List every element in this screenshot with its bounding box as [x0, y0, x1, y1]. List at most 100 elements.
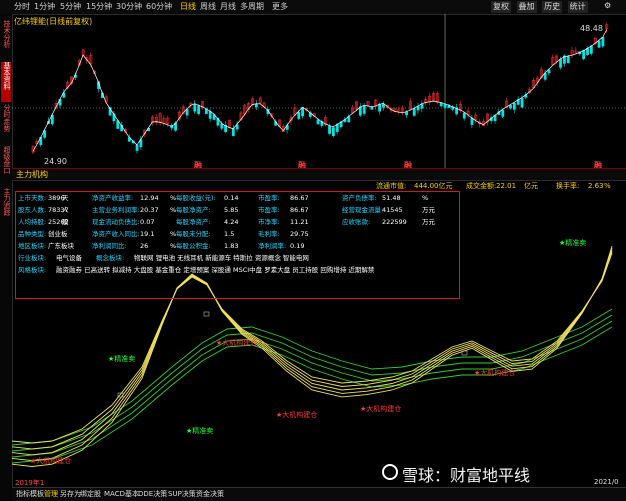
kline-panel[interactable]: 亿纬锂能(日线前复权) 48.48 24.90 融 融 融 融 [12, 14, 626, 170]
right-toolbar: 复权 叠加 历史 统计 [488, 1, 588, 13]
btab-capital[interactable]: 资金决策 [196, 489, 224, 500]
sidetab-tech-analysis[interactable]: 技术分析 [1, 20, 11, 60]
candle-body [220, 123, 224, 129]
fin-value: 222599 [382, 218, 407, 226]
green-band-line [12, 326, 613, 464]
fin-unit: % [422, 194, 429, 202]
settings-icon[interactable]: ⚙ [604, 1, 611, 10]
fin-row: 人均持股: 25262 股现金流动负债比: 0.07 每股净资产: 4.24 市净率: 11.… [16, 216, 456, 228]
signal-annotation: ★精准卖 [108, 355, 136, 363]
industry-label: 行业板块: [18, 254, 47, 262]
fin-label: 市盈率: [258, 206, 280, 214]
concept-values: 物联网 锂电池 无线耳机 新能源车 特斯拉 资源概念 智能电网 [134, 254, 309, 262]
xueqiu-logo-icon [382, 464, 398, 480]
btab-save-as[interactable]: 另存为 [60, 489, 81, 500]
date-end-label: 2021/0 [594, 478, 619, 486]
candle-body [601, 36, 605, 47]
sidetab-order-book[interactable]: 超级盘口 [1, 146, 11, 186]
candle-body [589, 45, 593, 54]
candle-body [197, 105, 201, 114]
fin-unit: 万元 [422, 206, 435, 214]
history-button[interactable]: 历史 [542, 1, 563, 13]
fin-value: 0.19 [290, 242, 305, 250]
btab-macd[interactable]: MACD基本 [104, 489, 139, 500]
fin-row: 上市天数: 3896 天净资产收益率: 12.94% 每股收益(元): 0.14 市盈率: 8… [16, 192, 456, 204]
tab-1min[interactable]: 1分钟 [34, 1, 55, 13]
fin-value: 1.5 [224, 230, 235, 238]
candle-body [231, 128, 235, 136]
moving-average-line [32, 29, 607, 152]
fin-label: 净利润率: [258, 242, 287, 250]
sidetab-intraday[interactable]: 分时走势 [1, 104, 11, 144]
candle-body [566, 56, 570, 64]
candle-body [331, 127, 335, 136]
fin-label: 人均持股: [18, 218, 47, 226]
sidetab-basic-info[interactable]: 基本资料 [1, 62, 11, 102]
fin-value: 11.21 [290, 218, 309, 226]
candle-body [512, 102, 516, 110]
candle-body [416, 106, 420, 111]
candle-body [378, 103, 382, 112]
tab-60min[interactable]: 60分钟 [146, 1, 172, 13]
overlay-button[interactable]: 叠加 [516, 1, 537, 13]
fin-value: 86.67 [290, 206, 309, 214]
candle-body [193, 103, 197, 112]
industry-value: 电气设备 [56, 254, 82, 262]
kline-chart[interactable] [12, 14, 626, 168]
candle-body [586, 47, 589, 55]
sidetab-main-force[interactable]: 主力追踪 [1, 188, 11, 228]
btab-manage[interactable]: 管理 [44, 489, 58, 500]
stats-button[interactable]: 统计 [567, 1, 588, 13]
fin-row: 品种类型: 创业板 净资产收入同比: 19.1% 每股未分配: 1.5 毛利率: 29.75 [16, 228, 456, 240]
fin-label: 市净率: [258, 218, 280, 226]
candle-body [328, 125, 331, 134]
high-price-label: 48.48 [580, 24, 603, 33]
indicator-name[interactable]: 主力机构 [16, 169, 48, 180]
candle-body [208, 111, 212, 119]
tab-daily[interactable]: 日线 [180, 1, 196, 13]
fin-label: 经营现金流量: [342, 206, 384, 214]
fin-value: 创业板 [48, 230, 68, 238]
candle-body [382, 103, 385, 108]
tab-monthly[interactable]: 月线 [220, 1, 236, 13]
concept-label: 概念板块: [96, 254, 125, 262]
btab-dde[interactable]: DDE决策 [138, 489, 167, 500]
signal-annotation: ★大机构建仓 [30, 457, 72, 465]
fin-label: 每股净资产: [176, 206, 211, 214]
fuquan-button[interactable]: 复权 [491, 1, 511, 13]
fin-label: 每股净资产: [176, 218, 211, 226]
candle-body [439, 102, 443, 107]
btab-indicator[interactable]: 指标 [16, 489, 30, 500]
fin-value: 29.75 [290, 230, 309, 238]
tab-fenshi[interactable]: 分时 [14, 1, 30, 13]
fin-value: 1.83 [224, 242, 239, 250]
fin-value: 5.85 [224, 206, 239, 214]
green-band-line [12, 320, 613, 458]
tab-15min[interactable]: 15分钟 [86, 1, 112, 13]
fin-label: 净资产收入同比: [92, 230, 140, 238]
signal-annotation: ★大机构建仓 [216, 339, 258, 347]
candle-body [559, 59, 562, 68]
candle-body [547, 69, 551, 74]
btab-bind-stock[interactable]: 绑定股 [80, 489, 101, 500]
tab-30min[interactable]: 30分钟 [116, 1, 142, 13]
tab-weekly[interactable]: 周线 [200, 1, 216, 13]
fin-value: 12.94 [140, 194, 159, 202]
style-label: 风格板块: [18, 266, 47, 274]
fin-value: 4.24 [224, 218, 239, 226]
btab-sup[interactable]: SUP决策 [168, 489, 196, 500]
watermark-text: 雪球：财富地平线 [402, 466, 531, 485]
candle-body [297, 111, 301, 119]
fin-unit: 天 [62, 194, 69, 202]
candle-body [582, 49, 586, 60]
fin-label: 主营业务利润率: [92, 206, 140, 214]
tab-more[interactable]: 更多 [272, 1, 288, 13]
low-price-label: 24.90 [44, 157, 67, 166]
btab-template[interactable]: 模板 [30, 489, 44, 500]
candle-body [501, 109, 505, 117]
tab-multi-period[interactable]: 多周期 [240, 1, 264, 13]
signal-annotation: ★大机构建仓 [276, 411, 318, 419]
tab-5min[interactable]: 5分钟 [60, 1, 81, 13]
style-values: 融资融券 已高送转 拟减持 大盘股 基金重仓 定增预案 深股通 MSCI中盘 罗… [56, 266, 375, 274]
fin-label: 净利润同比: [92, 242, 127, 250]
